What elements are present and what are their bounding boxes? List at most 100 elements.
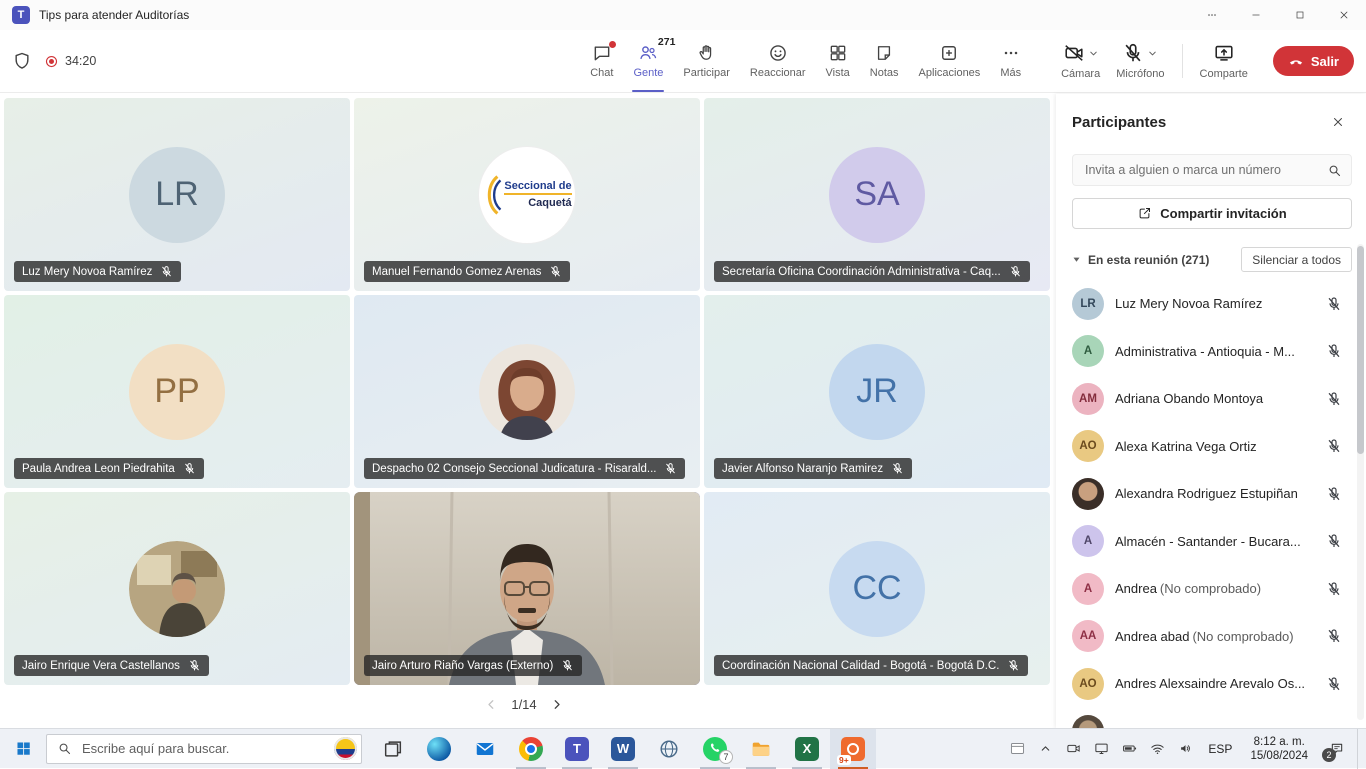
taskbar-app-whatsapp[interactable]: 7 <box>692 729 738 769</box>
tray-network-icon[interactable] <box>1143 729 1171 769</box>
window-more-button[interactable] <box>1190 0 1234 30</box>
toolbar-tab-reaccionar[interactable]: Reaccionar <box>741 30 815 92</box>
taskbar-app-files[interactable] <box>738 729 784 769</box>
participant-avatar: A <box>1072 335 1104 367</box>
taskbar-app-mail[interactable] <box>462 729 508 769</box>
scrollbar-track[interactable] <box>1357 244 1364 720</box>
video-tile[interactable]: Despacho 02 Consejo Seccional Judicatura… <box>354 295 700 488</box>
chevron-down-icon[interactable] <box>1147 48 1158 59</box>
minimize-icon <box>1250 9 1262 21</box>
share-invitation-button[interactable]: Compartir invitación <box>1072 198 1352 229</box>
participant-row[interactable]: AA Andrea abad(No comprobado) <box>1072 613 1352 661</box>
mic-off-icon[interactable] <box>1326 581 1342 597</box>
participant-row[interactable]: A Andrea(No comprobado) <box>1072 565 1352 613</box>
tray-volume-icon[interactable] <box>1171 729 1199 769</box>
mic-off-icon <box>664 462 677 475</box>
video-tile[interactable]: SA Secretaría Oficina Coordinación Admin… <box>704 98 1050 291</box>
share-screen-button[interactable]: Comparte <box>1193 42 1255 80</box>
invite-search-box[interactable] <box>1072 154 1352 186</box>
participant-row[interactable]: LR Luz Mery Novoa Ramírez <box>1072 280 1352 328</box>
toolbar-tab-participar[interactable]: Participar <box>674 30 738 92</box>
mic-off-icon[interactable] <box>1326 391 1342 407</box>
chrome-icon <box>519 737 543 761</box>
invite-search-input[interactable] <box>1083 162 1321 178</box>
participant-avatar: AM <box>1072 383 1104 415</box>
taskbar-app-active[interactable]: 9+ <box>830 729 876 769</box>
window-titlebar: T Tips para atender Auditorías <box>0 0 1366 30</box>
window-maximize-button[interactable] <box>1278 0 1322 30</box>
toolbar-tab-notas[interactable]: Notas <box>861 30 908 92</box>
mic-off-icon[interactable] <box>1326 676 1342 692</box>
toolbar-tab-gente[interactable]: 271 Gente <box>624 30 672 92</box>
participant-row[interactable]: A Almacén - Santander - Bucara... <box>1072 518 1352 566</box>
task-view-button[interactable] <box>370 729 416 769</box>
toolbar-tab-mas[interactable]: Más <box>991 30 1030 92</box>
scrollbar-thumb[interactable] <box>1357 246 1364 454</box>
toolbar-tab-chat[interactable]: Chat <box>581 30 622 92</box>
participant-row[interactable]: AO Andres Alexsaindre Arevalo Os... <box>1072 660 1352 708</box>
taskbar-app-edge[interactable] <box>416 729 462 769</box>
participant-name: Despacho 02 Consejo Seccional Judicatura… <box>372 463 656 475</box>
in-meeting-section-toggle[interactable]: En esta reunión (271) <box>1072 253 1209 267</box>
tab-label: Reaccionar <box>750 67 806 79</box>
taskbar-app-excel[interactable]: X <box>784 729 830 769</box>
taskbar-app-word[interactable]: W <box>600 729 646 769</box>
participant-name: Administrativa - Antioquia - M... <box>1115 344 1315 359</box>
language-indicator[interactable]: ESP <box>1199 742 1241 756</box>
chevron-down-icon[interactable] <box>1088 48 1099 59</box>
participants-panel: Participantes Compartir invitación En es… <box>1056 94 1366 728</box>
taskbar-search-box[interactable] <box>46 734 362 764</box>
close-panel-button[interactable] <box>1324 108 1352 136</box>
toolbar-tab-aplicaciones[interactable]: Aplicaciones <box>910 30 990 92</box>
participant-row[interactable]: A Administrativa - Antioquia - M... <box>1072 328 1352 376</box>
microphone-button[interactable]: Micrófono <box>1109 42 1171 80</box>
mic-off-icon[interactable] <box>1326 438 1342 454</box>
start-button[interactable] <box>0 729 46 769</box>
participant-row[interactable]: Alexandra Rodriguez Estupiñan <box>1072 470 1352 518</box>
taskbar-app-teams[interactable]: T <box>554 729 600 769</box>
mic-off-icon[interactable] <box>1326 343 1342 359</box>
mic-off-icon[interactable] <box>1326 628 1342 644</box>
tray-display-icon[interactable] <box>1087 729 1115 769</box>
video-tile[interactable]: CC Coordinación Nacional Calidad - Bogot… <box>704 492 1050 685</box>
video-tile[interactable]: LR Luz Mery Novoa Ramírez <box>4 98 350 291</box>
participant-row[interactable]: AO Alexa Katrina Vega Ortiz <box>1072 423 1352 471</box>
tray-battery-icon[interactable] <box>1115 729 1143 769</box>
next-page-button[interactable] <box>549 697 564 712</box>
mute-all-button[interactable]: Silenciar a todos <box>1241 247 1352 272</box>
previous-page-button[interactable] <box>484 697 499 712</box>
leave-meeting-button[interactable]: Salir <box>1273 46 1354 76</box>
camera-button[interactable]: Cámara <box>1054 42 1107 80</box>
window-close-button[interactable] <box>1322 0 1366 30</box>
tray-camera-icon[interactable] <box>1059 729 1087 769</box>
tray-chevron-up[interactable] <box>1031 729 1059 769</box>
folder-icon <box>750 738 772 760</box>
video-tile[interactable]: Jairo Enrique Vera Castellanos <box>4 492 350 685</box>
tray-app-window-icon[interactable] <box>1003 729 1031 769</box>
mic-off-icon[interactable] <box>1326 533 1342 549</box>
taskbar-app-globe[interactable] <box>646 729 692 769</box>
mic-off-icon[interactable] <box>1326 486 1342 502</box>
participant-avatar: LR <box>1072 288 1104 320</box>
video-tile[interactable]: Seccional de Caquetá Manuel Fernando Gom… <box>354 98 700 291</box>
system-tray: ESP 8:12 a. m. 15/08/2024 2 <box>1003 729 1366 769</box>
taskbar-search-input[interactable] <box>80 740 326 757</box>
video-stage: LR Luz Mery Novoa Ramírez Seccional de C… <box>0 94 1056 728</box>
recording-indicator[interactable]: 34:20 <box>44 54 96 69</box>
participant-row[interactable]: AM Adriana Obando Montoya <box>1072 375 1352 423</box>
video-tile-active-speaker[interactable]: Jairo Arturo Riaño Vargas (Externo) <box>354 492 700 685</box>
avatar: CC <box>829 541 925 637</box>
clock[interactable]: 8:12 a. m. 15/08/2024 <box>1241 735 1317 763</box>
teams-logo-icon: T <box>12 6 30 24</box>
action-center-button[interactable]: 2 <box>1317 729 1357 769</box>
show-desktop-button[interactable] <box>1357 729 1362 769</box>
taskbar-app-chrome[interactable] <box>508 729 554 769</box>
window-minimize-button[interactable] <box>1234 0 1278 30</box>
toolbar-tab-vista[interactable]: Vista <box>817 30 859 92</box>
video-tile[interactable]: JR Javier Alfonso Naranjo Ramirez <box>704 295 1050 488</box>
participant-row-partial[interactable] <box>1072 708 1352 729</box>
mic-off-icon <box>561 659 574 672</box>
mic-off-icon[interactable] <box>1326 296 1342 312</box>
tab-label: Vista <box>826 67 850 79</box>
video-tile[interactable]: PP Paula Andrea Leon Piedrahita <box>4 295 350 488</box>
